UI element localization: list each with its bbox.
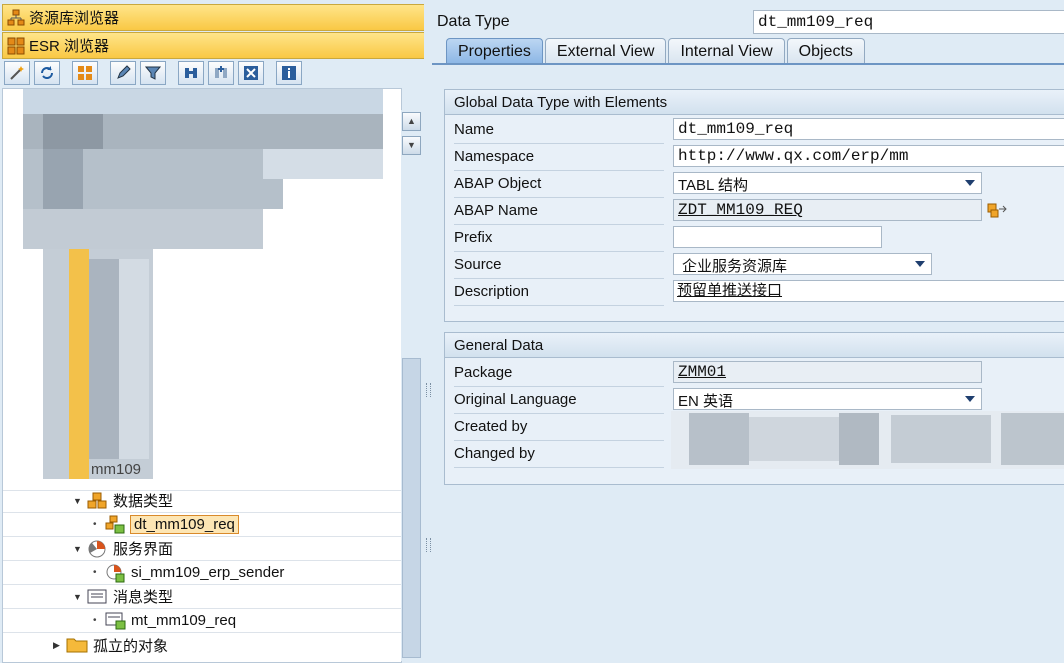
original-language-dropdown[interactable]: EN 英语	[673, 388, 982, 410]
add-binoculars-icon[interactable]	[208, 61, 234, 85]
abap-name-value: ZDT_MM109_REQ	[678, 201, 803, 219]
object-name-field: dt_mm109_req	[753, 10, 1064, 34]
tab-internal-view[interactable]: Internal View	[668, 38, 785, 64]
binoculars-icon[interactable]	[178, 61, 204, 85]
hierarchy-icon[interactable]	[72, 61, 98, 85]
tree-node-label: mt_mm109_req	[131, 612, 237, 629]
esr-browser-label: ESR 浏览器	[29, 38, 110, 55]
description-field[interactable]: 预留单推送接口	[673, 280, 1064, 302]
tree-toolbar	[4, 61, 302, 85]
data-type-icon	[105, 515, 127, 539]
package-value: ZMM01	[678, 363, 727, 381]
tab-properties[interactable]: Properties	[446, 38, 543, 64]
source-dropdown[interactable]: 企业服务资源库	[673, 253, 932, 275]
repository-browser-bar[interactable]: 资源库浏览器	[2, 4, 425, 31]
tree-row-message-types[interactable]: ▼ 消息类型	[3, 585, 401, 609]
service-interface-icon	[105, 563, 127, 587]
tree-node-label: 数据类型	[113, 493, 174, 510]
object-tree: mm109 ▼ 数据类型 • dt_mm109_req ▼ 服务界面 • si_…	[2, 88, 402, 663]
tree-scrollbar[interactable]: ▲ ▼	[401, 110, 422, 661]
pane-splitter[interactable]	[424, 0, 432, 661]
message-type-folder-icon	[87, 588, 107, 610]
field-label: Package	[454, 360, 664, 387]
tab-strip: Properties External View Internal View O…	[446, 38, 867, 64]
refresh-icon[interactable]	[34, 61, 60, 85]
name-field[interactable]: dt_mm109_req	[673, 118, 1064, 140]
group-title: Global Data Type with Elements	[445, 90, 1064, 115]
obscured-user-info	[671, 411, 1064, 469]
prefix-field[interactable]	[673, 226, 882, 248]
navigate-arrow-icon[interactable]	[987, 200, 1009, 224]
close-icon[interactable]	[238, 61, 264, 85]
scroll-thumb[interactable]	[402, 358, 421, 658]
esr-browser-bar[interactable]: ESR 浏览器	[2, 32, 425, 59]
splitter-grip-icon	[426, 383, 431, 397]
tree-row-package[interactable]: mm109	[3, 461, 401, 491]
expand-arrow-icon[interactable]: ▼	[73, 496, 82, 506]
tab-objects[interactable]: Objects	[786, 38, 865, 64]
data-type-folder-icon	[87, 492, 107, 514]
expand-arrow-icon[interactable]: ▼	[73, 544, 82, 554]
field-label: Prefix	[454, 225, 664, 252]
description-value: 预留单推送接口	[677, 282, 783, 299]
group-title: General Data	[445, 333, 1064, 358]
obscured-tree-content	[3, 89, 401, 489]
pen-icon[interactable]	[110, 61, 136, 85]
tree-row-orphan-objects[interactable]: ▶ 孤立的对象	[3, 633, 401, 657]
chevron-down-icon	[965, 180, 975, 186]
field-label: Created by	[454, 414, 664, 441]
navigation-pane: 资源库浏览器 ESR 浏览器 mm109 ▼ 数据类型 • dt_mm109_r…	[0, 0, 425, 663]
tab-external-view[interactable]: External View	[544, 38, 667, 64]
chevron-down-icon	[965, 396, 975, 402]
splitter-grip-icon	[426, 538, 431, 552]
esr-grid-icon	[7, 37, 25, 55]
repository-browser-label: 资源库浏览器	[29, 10, 120, 27]
field-label: Description	[454, 279, 664, 306]
object-type-label: Data Type	[437, 13, 510, 30]
chevron-down-icon	[915, 261, 925, 267]
namespace-field[interactable]: http://www.qx.com/erp/mm	[673, 145, 1064, 167]
tree-row-mt-mm109[interactable]: • mt_mm109_req	[3, 609, 401, 633]
info-icon[interactable]	[276, 61, 302, 85]
tree-row-service-interfaces[interactable]: ▼ 服务界面	[3, 537, 401, 561]
field-label: ABAP Name	[454, 198, 664, 225]
abap-object-value: TABL 结构	[678, 177, 749, 194]
original-language-value: EN 英语	[678, 393, 734, 410]
field-label: Namespace	[454, 144, 664, 171]
field-label: ABAP Object	[454, 171, 664, 198]
message-type-icon	[105, 611, 127, 635]
tree-row-data-types[interactable]: ▼ 数据类型	[3, 489, 401, 513]
tree-node-label: 消息类型	[113, 589, 174, 606]
global-data-type-group: Global Data Type with Elements Name dt_m…	[444, 89, 1064, 322]
wand-icon[interactable]	[4, 61, 30, 85]
scroll-up-icon[interactable]: ▲	[402, 112, 421, 131]
object-editor: Data Type dt_mm109_req Properties Extern…	[432, 0, 1064, 661]
field-label: Name	[454, 117, 664, 144]
hierarchy-icon	[7, 9, 25, 27]
tree-node-label: 孤立的对象	[93, 637, 169, 655]
expand-arrow-icon[interactable]: ▼	[73, 592, 82, 602]
tree-node-label: 服务界面	[113, 541, 174, 558]
tree-row-dt-mm109-req[interactable]: • dt_mm109_req	[3, 513, 401, 537]
tree-node-label: si_mm109_erp_sender	[131, 564, 285, 581]
tree-node-label-selected: dt_mm109_req	[130, 515, 239, 534]
general-data-group: General Data Package ZMM01 Original Lang…	[444, 332, 1064, 485]
field-label: Source	[454, 252, 664, 279]
source-value: 企业服务资源库	[682, 258, 788, 275]
field-label: Original Language	[454, 387, 664, 414]
package-field: ZMM01	[673, 361, 982, 383]
folder-icon	[66, 636, 88, 658]
filter-icon[interactable]	[140, 61, 166, 85]
scroll-down-icon[interactable]: ▼	[402, 136, 421, 155]
abap-name-field: ZDT_MM109_REQ	[673, 199, 982, 221]
collapse-arrow-icon[interactable]: ▶	[53, 640, 61, 651]
field-label: Changed by	[454, 441, 664, 468]
service-interface-folder-icon	[87, 539, 107, 563]
package-label: mm109	[91, 461, 142, 478]
abap-object-dropdown[interactable]: TABL 结构	[673, 172, 982, 194]
tree-row-si-mm109[interactable]: • si_mm109_erp_sender	[3, 561, 401, 585]
